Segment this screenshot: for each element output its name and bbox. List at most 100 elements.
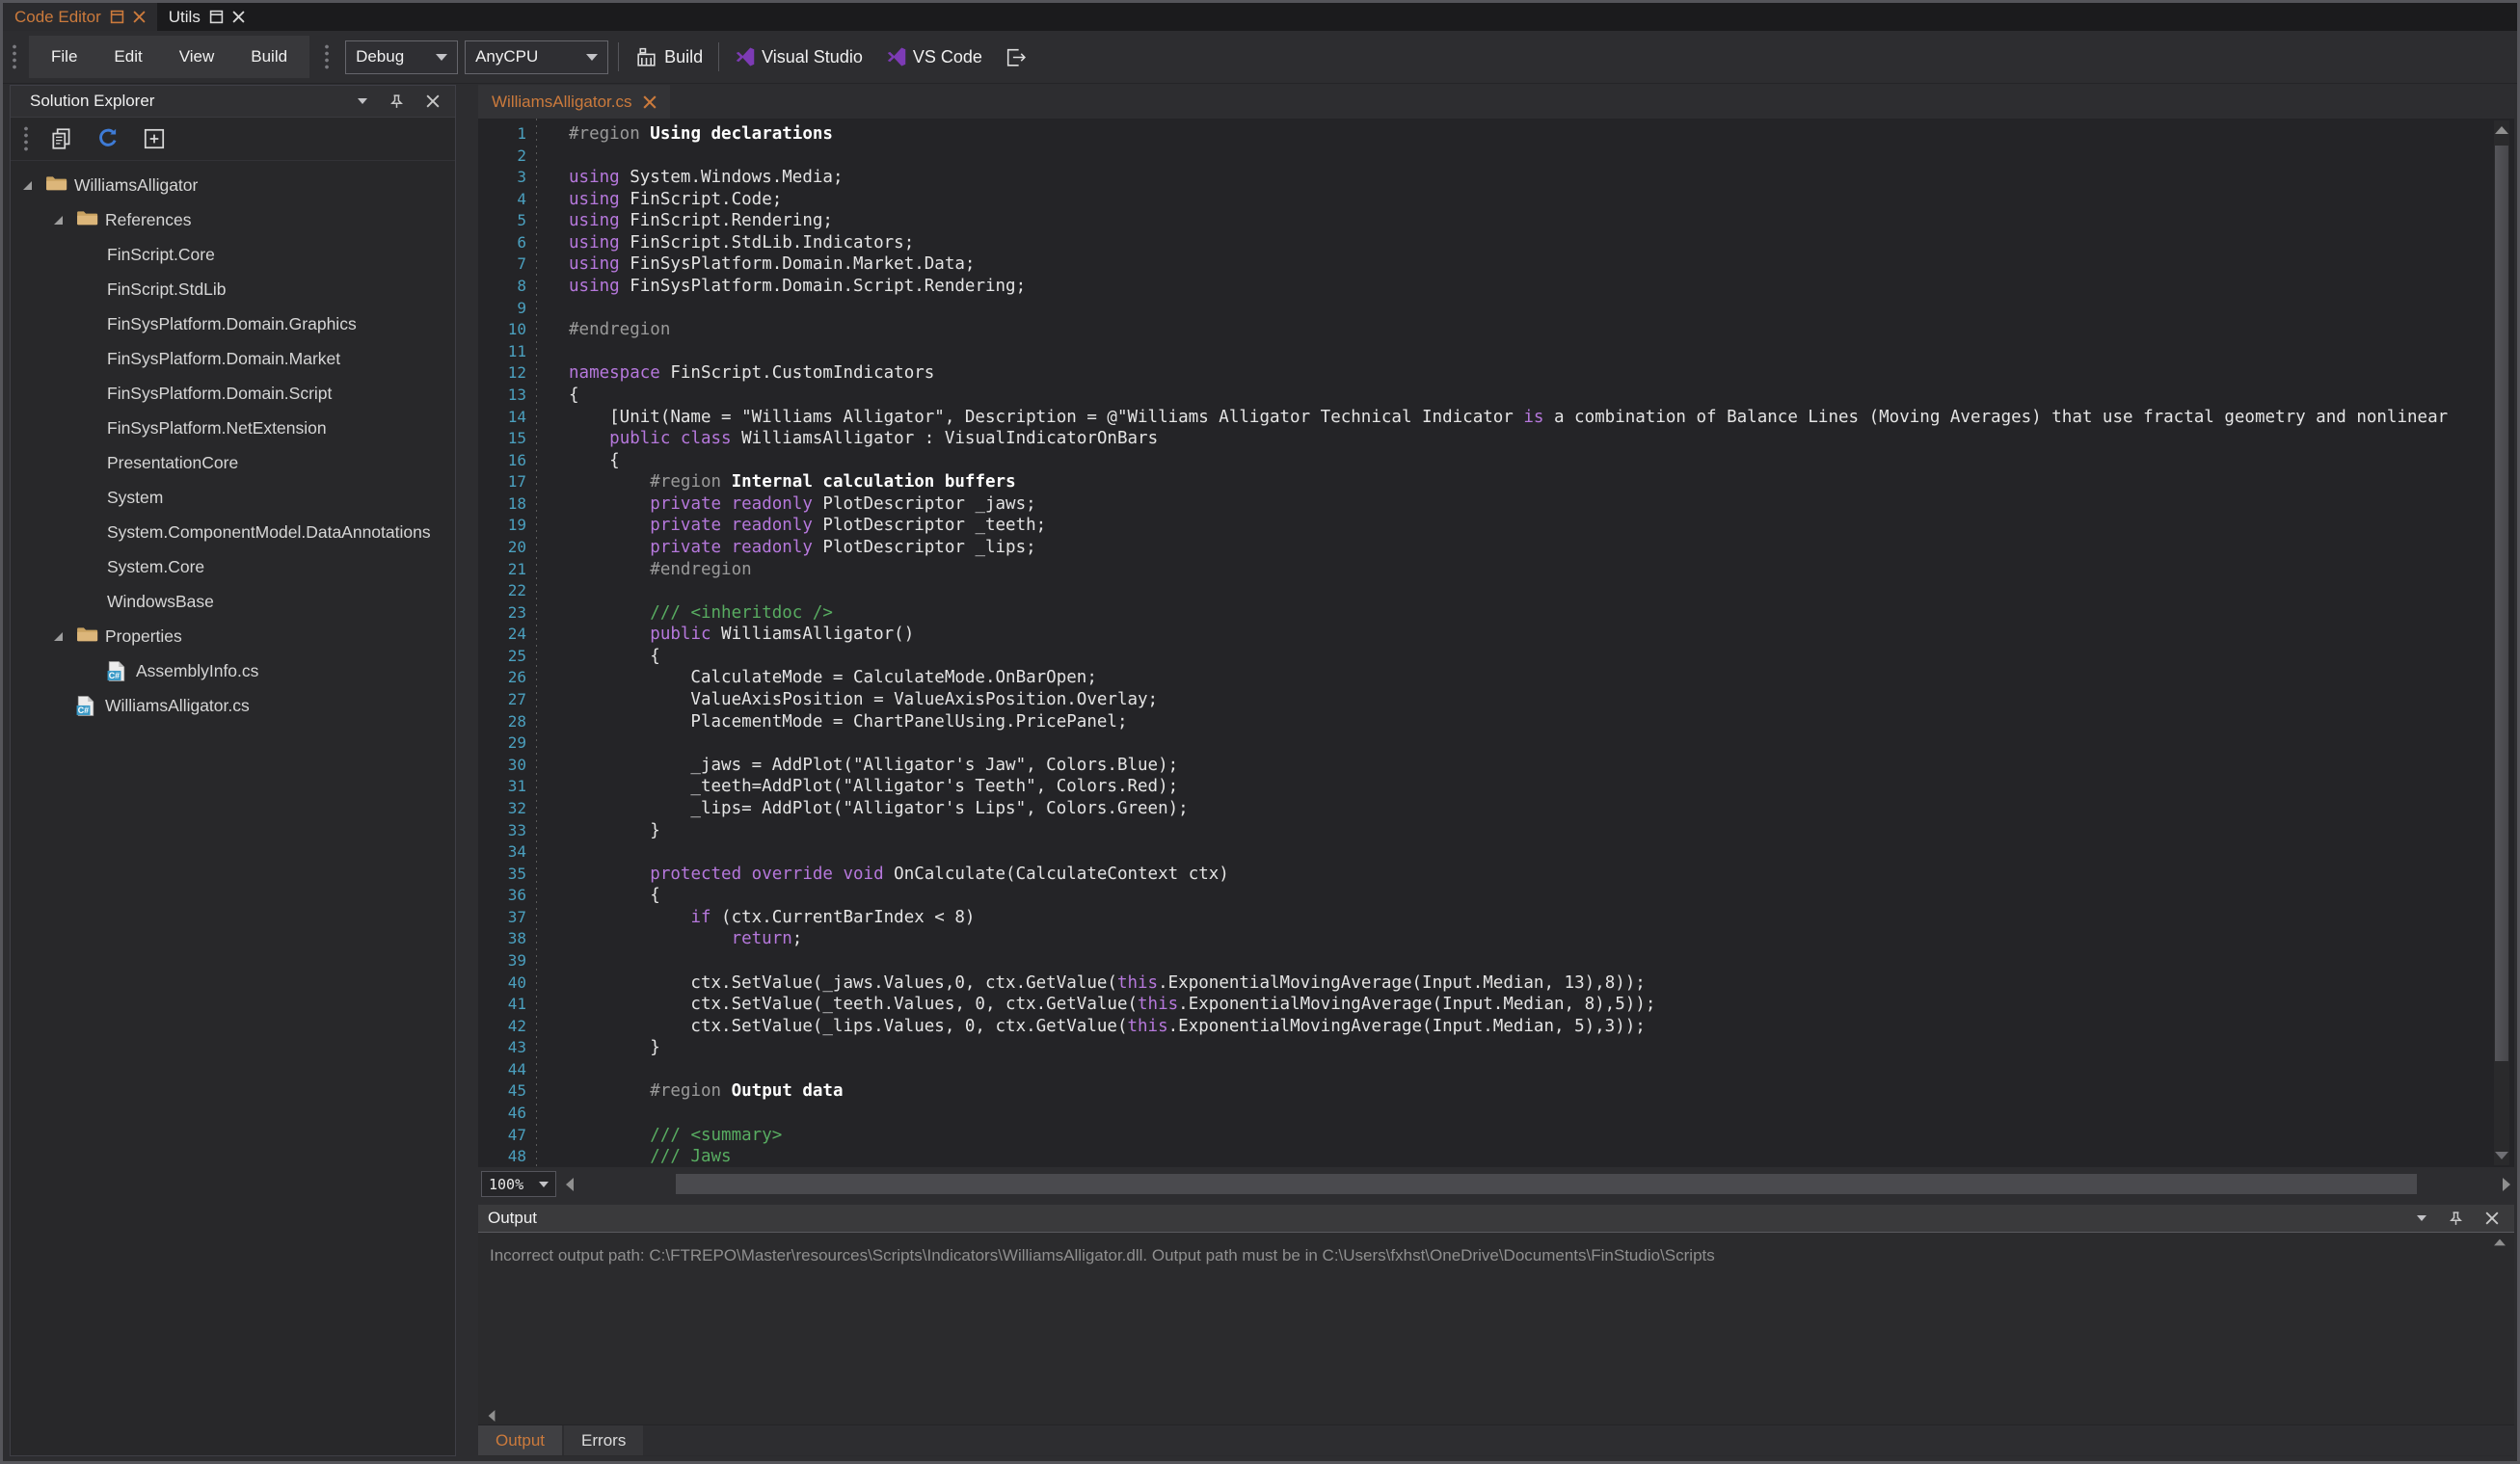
scroll-left-arrow-icon[interactable] bbox=[489, 1410, 496, 1422]
tree-item-presentationcore[interactable]: PresentationCore bbox=[11, 446, 455, 481]
refresh-icon[interactable] bbox=[95, 126, 121, 151]
code-line-text: #region Output data bbox=[536, 1080, 844, 1103]
scroll-up-arrow-icon[interactable] bbox=[2494, 1239, 2506, 1246]
code-line-text: private readonly PlotDescriptor _lips; bbox=[536, 537, 1036, 559]
float-window-icon[interactable] bbox=[209, 10, 224, 24]
line-number: 33 bbox=[478, 820, 526, 842]
panel-menu-chevron-icon[interactable] bbox=[358, 98, 367, 104]
output-log-area[interactable]: Incorrect output path: C:\FTREPO\Master\… bbox=[478, 1233, 2514, 1424]
pin-icon[interactable] bbox=[2448, 1211, 2464, 1227]
menu-item-view[interactable]: View bbox=[161, 36, 233, 78]
chevron-down-icon bbox=[436, 54, 447, 61]
tree-item-label: References bbox=[105, 210, 192, 230]
platform-combobox[interactable]: AnyCPU bbox=[465, 40, 608, 74]
tree-expander-icon[interactable] bbox=[54, 216, 63, 225]
code-line: 32 _lips= AddPlot("Alligator's Lips", Co… bbox=[478, 798, 2493, 820]
close-icon[interactable] bbox=[133, 11, 146, 23]
vertical-scrollbar-thumb[interactable] bbox=[2495, 146, 2508, 1061]
top-tab-utils[interactable]: Utils bbox=[157, 3, 256, 31]
line-number: 1 bbox=[478, 123, 526, 146]
code-line: 27 ValueAxisPosition = ValueAxisPosition… bbox=[478, 689, 2493, 711]
code-editor-surface[interactable]: 1#region Using declarations23using Syste… bbox=[478, 119, 2493, 1167]
scroll-right-arrow-icon[interactable] bbox=[2503, 1178, 2510, 1191]
close-icon[interactable] bbox=[643, 95, 657, 109]
pin-icon[interactable] bbox=[389, 93, 405, 110]
output-panel-tab-output[interactable]: Output bbox=[478, 1425, 562, 1455]
menu-item-file[interactable]: File bbox=[33, 36, 95, 78]
zoom-level-combobox[interactable]: 100% bbox=[481, 1171, 556, 1197]
scroll-down-arrow-icon[interactable] bbox=[2495, 1152, 2508, 1159]
menu-item-build[interactable]: Build bbox=[232, 36, 306, 78]
tree-item-assemblyinfo-cs[interactable]: C#AssemblyInfo.cs bbox=[11, 654, 455, 689]
code-line-text: public class WilliamsAlligator : VisualI… bbox=[536, 428, 1158, 450]
horizontal-scrollbar[interactable] bbox=[566, 1171, 2510, 1197]
csharp-file-icon: C# bbox=[107, 660, 126, 682]
close-icon[interactable] bbox=[2485, 1211, 2499, 1225]
tree-item-label: WilliamsAlligator bbox=[74, 175, 198, 196]
configuration-value: Debug bbox=[356, 47, 404, 67]
vertical-scrollbar[interactable] bbox=[2494, 120, 2509, 1165]
tree-item-finsysplatform-domain-script[interactable]: FinSysPlatform.Domain.Script bbox=[11, 377, 455, 412]
line-number: 7 bbox=[478, 253, 526, 276]
horizontal-scrollbar-thumb[interactable] bbox=[676, 1174, 2417, 1194]
code-line: 16 { bbox=[478, 450, 2493, 472]
tree-expander-icon[interactable] bbox=[54, 632, 63, 641]
tree-expander-icon[interactable] bbox=[23, 181, 32, 190]
scroll-up-arrow-icon[interactable] bbox=[2495, 126, 2508, 134]
tree-item-label: System.Core bbox=[107, 557, 204, 577]
copy-files-icon[interactable] bbox=[49, 126, 74, 151]
tree-item-system-componentmodel-dataannotations[interactable]: System.ComponentModel.DataAnnotations bbox=[11, 516, 455, 550]
code-line-text: _jaws = AddPlot("Alligator's Jaw", Color… bbox=[536, 755, 1178, 777]
line-number: 40 bbox=[478, 972, 526, 995]
code-line: 8using FinSysPlatform.Domain.Script.Rend… bbox=[478, 276, 2493, 298]
tree-item-finscript-core[interactable]: FinScript.Core bbox=[11, 238, 455, 273]
code-line: 44 bbox=[478, 1059, 2493, 1081]
tree-item-windowsbase[interactable]: WindowsBase bbox=[11, 585, 455, 620]
add-item-icon[interactable] bbox=[142, 126, 167, 151]
float-window-icon[interactable] bbox=[110, 10, 124, 24]
line-number: 37 bbox=[478, 907, 526, 929]
build-button[interactable]: Build bbox=[629, 38, 709, 76]
tree-item-finsysplatform-domain-graphics[interactable]: FinSysPlatform.Domain.Graphics bbox=[11, 307, 455, 342]
tree-item-finscript-stdlib[interactable]: FinScript.StdLib bbox=[11, 273, 455, 307]
code-line-text: #region Internal calculation buffers bbox=[536, 471, 1016, 493]
code-line: 30 _jaws = AddPlot("Alligator's Jaw", Co… bbox=[478, 755, 2493, 777]
line-number: 32 bbox=[478, 798, 526, 820]
scroll-left-arrow-icon[interactable] bbox=[566, 1178, 574, 1191]
close-icon[interactable] bbox=[426, 94, 440, 108]
chevron-down-icon bbox=[539, 1182, 549, 1187]
line-number: 36 bbox=[478, 885, 526, 907]
open-in-vs-code-button[interactable]: VS Code bbox=[880, 38, 988, 76]
tree-item-williamsalligator[interactable]: WilliamsAlligator bbox=[11, 169, 455, 203]
top-tab-code-editor[interactable]: Code Editor bbox=[3, 3, 157, 31]
menu-item-edit[interactable]: Edit bbox=[95, 36, 160, 78]
line-number: 43 bbox=[478, 1037, 526, 1059]
line-number: 4 bbox=[478, 189, 526, 211]
tree-item-finsysplatform-domain-market[interactable]: FinSysPlatform.Domain.Market bbox=[11, 342, 455, 377]
tree-item-properties[interactable]: Properties bbox=[11, 620, 455, 654]
drag-grip-icon[interactable] bbox=[13, 43, 16, 70]
export-button[interactable] bbox=[998, 38, 1033, 76]
drag-grip-icon[interactable] bbox=[24, 125, 28, 152]
tree-item-system[interactable]: System bbox=[11, 481, 455, 516]
tree-item-system-core[interactable]: System.Core bbox=[11, 550, 455, 585]
open-in-visual-studio-button[interactable]: Visual Studio bbox=[729, 38, 869, 76]
code-line: 5using FinScript.Rendering; bbox=[478, 210, 2493, 232]
tree-item-williamsalligator-cs[interactable]: C#WilliamsAlligator.cs bbox=[11, 689, 455, 724]
line-number: 3 bbox=[478, 167, 526, 189]
tree-item-references[interactable]: References bbox=[11, 203, 455, 238]
line-number: 8 bbox=[478, 276, 526, 298]
line-number: 9 bbox=[478, 298, 526, 320]
tree-item-finsysplatform-netextension[interactable]: FinSysPlatform.NetExtension bbox=[11, 412, 455, 446]
close-icon[interactable] bbox=[232, 11, 245, 23]
panel-menu-chevron-icon[interactable] bbox=[2417, 1215, 2426, 1221]
editor-tab-williamsalligator[interactable]: WilliamsAlligator.cs bbox=[478, 85, 670, 119]
code-line: 22 bbox=[478, 580, 2493, 602]
tree-item-label: FinSysPlatform.Domain.Graphics bbox=[107, 314, 357, 334]
output-panel-tab-errors[interactable]: Errors bbox=[564, 1425, 643, 1455]
line-number: 46 bbox=[478, 1103, 526, 1125]
code-line: 20 private readonly PlotDescriptor _lips… bbox=[478, 537, 2493, 559]
drag-grip-icon[interactable] bbox=[325, 43, 329, 70]
configuration-combobox[interactable]: Debug bbox=[345, 40, 458, 74]
line-number: 34 bbox=[478, 841, 526, 864]
